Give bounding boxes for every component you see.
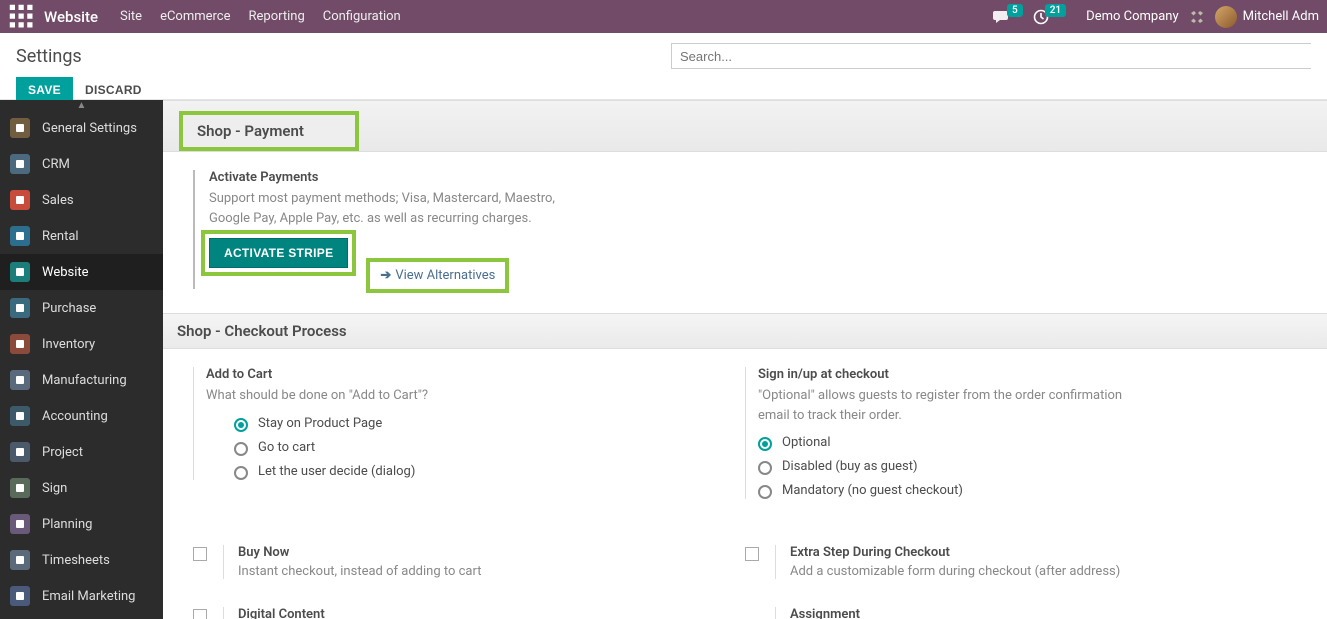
sidebar-item-label: General Settings <box>42 121 137 136</box>
sidebar-item-label: Inventory <box>42 337 95 352</box>
sidebar-item-crm[interactable]: CRM <box>0 146 163 182</box>
add-to-cart-option[interactable]: Go to cart <box>234 440 715 456</box>
add-to-cart-desc: What should be done on "Add to Cart"? <box>206 386 576 406</box>
activate-payments-desc: Support most payment methods; Visa, Mast… <box>209 189 579 228</box>
signin-checkout-title: Sign in/up at checkout <box>758 367 1267 382</box>
nav-reporting[interactable]: Reporting <box>249 9 305 24</box>
sidebar-item-label: Sales <box>42 193 74 208</box>
messages-badge: 5 <box>1007 4 1023 17</box>
user-name: Mitchell Adm <box>1243 9 1319 24</box>
sidebar-item-label: Project <box>42 445 83 460</box>
radio-icon <box>758 461 772 475</box>
buy-now-title: Buy Now <box>238 545 725 560</box>
extra-step-desc: Add a customizable form during checkout … <box>790 564 1277 579</box>
activities-icon[interactable]: 21 <box>1033 9 1066 25</box>
activate-stripe-button[interactable]: ACTIVATE STRIPE <box>209 238 348 268</box>
radio-icon <box>234 442 248 456</box>
sidebar-item-website[interactable]: Website <box>0 254 163 290</box>
radio-icon <box>758 437 772 451</box>
sidebar-item-timesheets[interactable]: Timesheets <box>0 542 163 578</box>
add-to-cart-title: Add to Cart <box>206 367 715 382</box>
page-title: Settings <box>16 46 82 67</box>
module-icon <box>10 478 30 498</box>
view-alternatives-link[interactable]: ➔ View Alternatives <box>370 262 505 289</box>
settings-sidebar: ▲ General Settings CRM Sales Rental Website P… <box>0 100 163 619</box>
sidebar-item-rental[interactable]: Rental <box>0 218 163 254</box>
control-bar: Settings SAVE DISCARD <box>0 33 1327 100</box>
settings-content: Shop - Payment Activate Payments Support… <box>163 100 1327 619</box>
buy-now-desc: Instant checkout, instead of adding to c… <box>238 564 725 579</box>
sidebar-item-sign[interactable]: Sign <box>0 470 163 506</box>
add-to-cart-option[interactable]: Stay on Product Page <box>234 416 715 432</box>
extra-step-checkbox[interactable] <box>745 547 759 561</box>
sidebar-item-manufacturing[interactable]: Manufacturing <box>0 362 163 398</box>
sidebar-item-label: Email Marketing <box>42 589 135 604</box>
sidebar-item-sales[interactable]: Sales <box>0 182 163 218</box>
avatar <box>1215 6 1237 28</box>
digital-content-title: Digital Content <box>238 607 725 619</box>
apps-icon[interactable] <box>8 3 36 31</box>
sidebar-item-project[interactable]: Project <box>0 434 163 470</box>
sidebar-item-label: Manufacturing <box>42 373 127 388</box>
radio-icon <box>758 485 772 499</box>
activate-payments-title: Activate Payments <box>209 170 1267 185</box>
sidebar-item-inventory[interactable]: Inventory <box>0 326 163 362</box>
module-icon <box>10 226 30 246</box>
sidebar-item-planning[interactable]: Planning <box>0 506 163 542</box>
sidebar-item-purchase[interactable]: Purchase <box>0 290 163 326</box>
sidebar-item-label: Rental <box>42 229 79 244</box>
arrow-right-icon: ➔ <box>380 268 391 283</box>
radio-icon <box>234 418 248 432</box>
module-icon <box>10 190 30 210</box>
search-input[interactable] <box>671 43 1311 69</box>
sidebar-item-label: Accounting <box>42 409 108 424</box>
activities-badge: 21 <box>1045 4 1066 17</box>
nav-configuration[interactable]: Configuration <box>323 9 401 24</box>
sidebar-item-label: Sign <box>42 481 67 496</box>
digital-content-checkbox[interactable] <box>193 609 207 619</box>
add-to-cart-option[interactable]: Let the user decide (dialog) <box>234 464 715 480</box>
sidebar-item-accounting[interactable]: Accounting <box>0 398 163 434</box>
signin-option[interactable]: Mandatory (no guest checkout) <box>758 483 1267 499</box>
sidebar-item-label: CRM <box>42 157 70 172</box>
module-icon <box>10 154 30 174</box>
module-icon <box>10 262 30 282</box>
extra-step-title: Extra Step During Checkout <box>790 545 1277 560</box>
chevron-up-icon[interactable]: ▲ <box>77 100 87 111</box>
sidebar-item-general-settings[interactable]: General Settings <box>0 110 163 146</box>
module-icon <box>10 514 30 534</box>
sidebar-item-events[interactable]: Events <box>0 614 163 619</box>
module-icon <box>10 298 30 318</box>
module-icon <box>10 586 30 606</box>
buy-now-checkbox[interactable] <box>193 547 207 561</box>
assignment-title: Assignment <box>790 607 1277 619</box>
module-icon <box>10 118 30 138</box>
signin-option[interactable]: Disabled (buy as guest) <box>758 459 1267 475</box>
module-icon <box>10 406 30 426</box>
module-icon <box>10 334 30 354</box>
nav-ecommerce[interactable]: eCommerce <box>160 9 230 24</box>
section-shop-payment: Shop - Payment <box>179 111 359 151</box>
module-icon <box>10 550 30 570</box>
company-selector[interactable]: Demo Company <box>1086 9 1178 24</box>
top-nav: Website Site eCommerce Reporting Configu… <box>0 0 1327 33</box>
sidebar-item-label: Planning <box>42 517 92 532</box>
signin-checkout-desc: "Optional" allows guests to register fro… <box>758 386 1128 425</box>
messages-icon[interactable]: 5 <box>993 9 1023 25</box>
sidebar-item-label: Timesheets <box>42 553 110 568</box>
radio-icon <box>234 466 248 480</box>
discard-button[interactable]: DISCARD <box>85 83 142 97</box>
section-checkout-process: Shop - Checkout Process <box>163 313 1327 349</box>
brand[interactable]: Website <box>40 8 102 26</box>
debug-icon[interactable] <box>1189 9 1205 25</box>
nav-site[interactable]: Site <box>120 9 142 24</box>
module-icon <box>10 370 30 390</box>
user-menu[interactable]: Mitchell Adm <box>1215 6 1319 28</box>
signin-option[interactable]: Optional <box>758 435 1267 451</box>
sidebar-item-label: Purchase <box>42 301 96 316</box>
sidebar-item-label: Website <box>42 265 89 280</box>
sidebar-item-email-marketing[interactable]: Email Marketing <box>0 578 163 614</box>
module-icon <box>10 442 30 462</box>
